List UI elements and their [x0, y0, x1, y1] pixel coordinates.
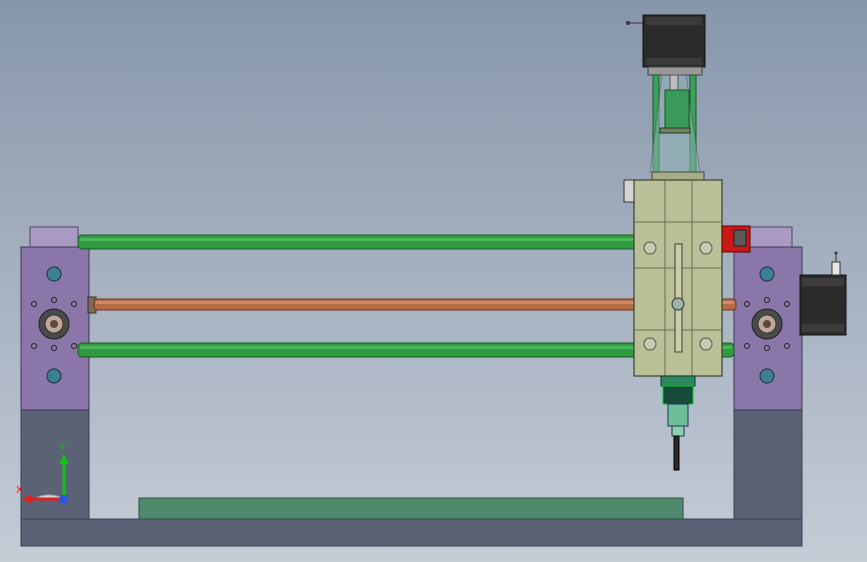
cad-viewport[interactable]: Y X: [0, 0, 867, 562]
coordinate-triad-icon: [22, 454, 69, 504]
triad-x-label: X: [16, 485, 23, 496]
triad-y-label: Y: [59, 442, 66, 453]
